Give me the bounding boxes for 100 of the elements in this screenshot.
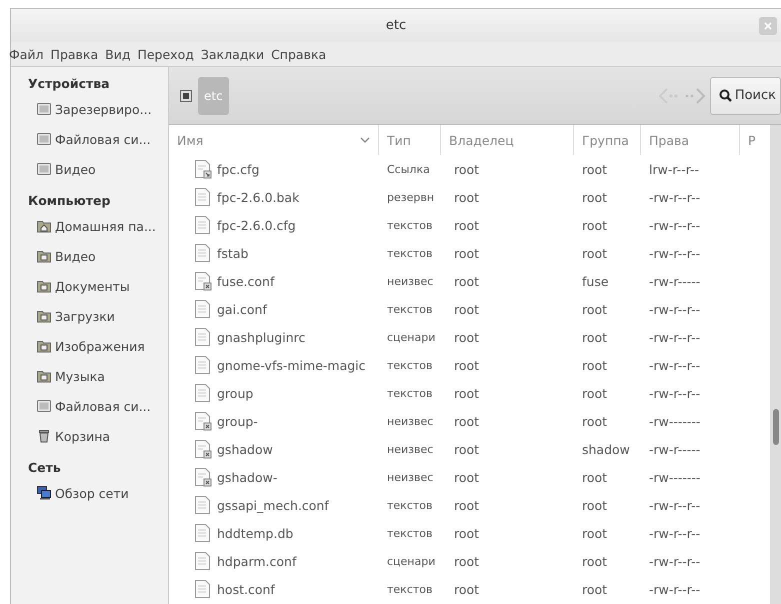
file-group: shadow <box>574 442 641 456</box>
file-type: текстов <box>386 498 434 512</box>
drive-icon[interactable] <box>180 90 192 102</box>
sidebar-item[interactable]: Изображения <box>11 331 168 361</box>
menu-item[interactable]: Файл <box>9 46 50 62</box>
menu-item[interactable]: Переход <box>137 46 200 62</box>
file-owner: root <box>453 498 480 512</box>
file-name[interactable]: host.conf <box>169 580 379 598</box>
file-owner: root <box>453 302 480 316</box>
document-icon <box>195 552 212 570</box>
menu-item[interactable]: Правка <box>50 46 104 62</box>
section-heading: Сеть <box>27 459 62 477</box>
column-header[interactable]: Владелец <box>441 125 574 155</box>
file-type: неизвес <box>386 414 434 428</box>
search-button[interactable]: Поиск <box>710 76 781 114</box>
menu-item[interactable]: Справка <box>271 46 332 62</box>
column-header[interactable]: Тип <box>379 125 441 155</box>
trash-icon <box>37 429 51 443</box>
file-group: root <box>574 190 641 204</box>
sidebar-item[interactable]: Документы <box>11 271 168 301</box>
file-owner: root <box>453 330 480 344</box>
file-owner: root <box>453 442 480 456</box>
file-group: root <box>574 246 641 260</box>
document-icon <box>195 300 212 318</box>
unknown-document-icon <box>195 272 212 290</box>
file-permissions: -rw-r----- <box>648 274 702 288</box>
folder-icon <box>37 369 51 383</box>
sidebar-item[interactable]: Видео <box>11 241 168 271</box>
document-icon <box>195 580 212 598</box>
sidebar-item[interactable]: Музыка <box>11 361 168 391</box>
file-name[interactable]: fpc-2.6.0.cfg <box>169 216 379 234</box>
file-permissions: -rw------- <box>648 470 702 484</box>
chevron-down-icon <box>360 137 370 143</box>
file-name[interactable]: gshadow <box>169 440 379 458</box>
file-permissions: -rw-r--r-- <box>648 358 702 372</box>
file-permissions: lrw-r--r-- <box>648 162 700 176</box>
file-permissions: -rw-r--r-- <box>648 498 702 512</box>
document-icon <box>195 328 212 346</box>
sidebar-item[interactable]: Загрузки <box>11 301 168 331</box>
file-permissions: -rw-r--r-- <box>648 330 702 344</box>
file-name[interactable]: gnome-vfs-mime-magic <box>169 356 379 374</box>
file-type: текстов <box>386 218 434 232</box>
file-name[interactable]: group <box>169 384 379 402</box>
column-header[interactable]: Права <box>641 125 740 155</box>
file-name[interactable]: hddtemp.db <box>169 524 379 542</box>
document-icon <box>195 244 212 262</box>
file-name[interactable]: fpc.cfg <box>169 160 379 178</box>
forward-arrow-icon[interactable] <box>684 86 706 104</box>
file-name[interactable]: fstab <box>169 244 379 262</box>
folder-icon <box>37 279 51 293</box>
menu-item[interactable]: Закладки <box>200 46 270 62</box>
folder-icon <box>37 339 51 353</box>
file-name[interactable]: gshadow- <box>169 468 379 486</box>
drive-icon <box>37 399 51 413</box>
sidebar-item[interactable]: Файловая си... <box>11 124 168 154</box>
sidebar-item[interactable]: Файловая си... <box>11 391 168 421</box>
drive-icon <box>37 102 51 116</box>
document-icon <box>195 356 212 374</box>
sidebar-item[interactable]: Домашняя па... <box>11 211 168 241</box>
file-group: root <box>574 582 641 596</box>
drive-icon <box>37 132 51 146</box>
link-document-icon <box>195 160 212 178</box>
folder-icon <box>37 309 51 323</box>
scrollbar-thumb[interactable] <box>773 409 779 445</box>
file-permissions: -rw-r--r-- <box>648 554 702 568</box>
file-name[interactable]: gnashpluginrc <box>169 328 379 346</box>
column-header[interactable]: Р <box>740 125 770 155</box>
file-type: Ссылка <box>386 162 431 176</box>
file-type: текстов <box>386 526 434 540</box>
menu-item[interactable]: Вид <box>105 46 136 62</box>
file-name[interactable]: gai.conf <box>169 300 379 318</box>
file-type: резервн <box>386 190 436 204</box>
sidebar-item[interactable]: Зарезервиро... <box>11 94 168 124</box>
file-name[interactable]: hdparm.conf <box>169 552 379 570</box>
sidebar-item[interactable]: Видео <box>11 154 168 184</box>
document-icon <box>195 384 212 402</box>
sidebar-item[interactable]: Корзина <box>11 421 168 451</box>
file-owner: root <box>453 358 480 372</box>
file-owner: root <box>453 554 480 568</box>
file-type: неизвес <box>386 274 434 288</box>
scrollbar[interactable] <box>770 125 781 604</box>
unknown-document-icon <box>195 412 212 430</box>
file-group: root <box>574 470 641 484</box>
sidebar-item[interactable]: Обзор сети <box>11 478 168 508</box>
window-title: etc <box>386 18 406 33</box>
close-button[interactable] <box>759 17 777 35</box>
file-type: текстов <box>386 246 434 260</box>
file-permissions: -rw-r--r-- <box>648 582 702 596</box>
column-header[interactable]: Имя <box>169 125 379 155</box>
file-permissions: -rw-r--r-- <box>648 190 702 204</box>
column-header[interactable]: Группа <box>574 125 641 155</box>
file-group: root <box>574 302 641 316</box>
file-name[interactable]: fuse.conf <box>169 272 379 290</box>
file-name[interactable]: gssapi_mech.conf <box>169 496 379 514</box>
file-type: текстов <box>386 302 434 316</box>
file-permissions: -rw-r--r-- <box>648 302 702 316</box>
file-type: текстов <box>386 358 434 372</box>
file-name[interactable]: group- <box>169 412 379 430</box>
file-name[interactable]: fpc-2.6.0.bak <box>169 188 379 206</box>
file-group: root <box>574 498 641 512</box>
